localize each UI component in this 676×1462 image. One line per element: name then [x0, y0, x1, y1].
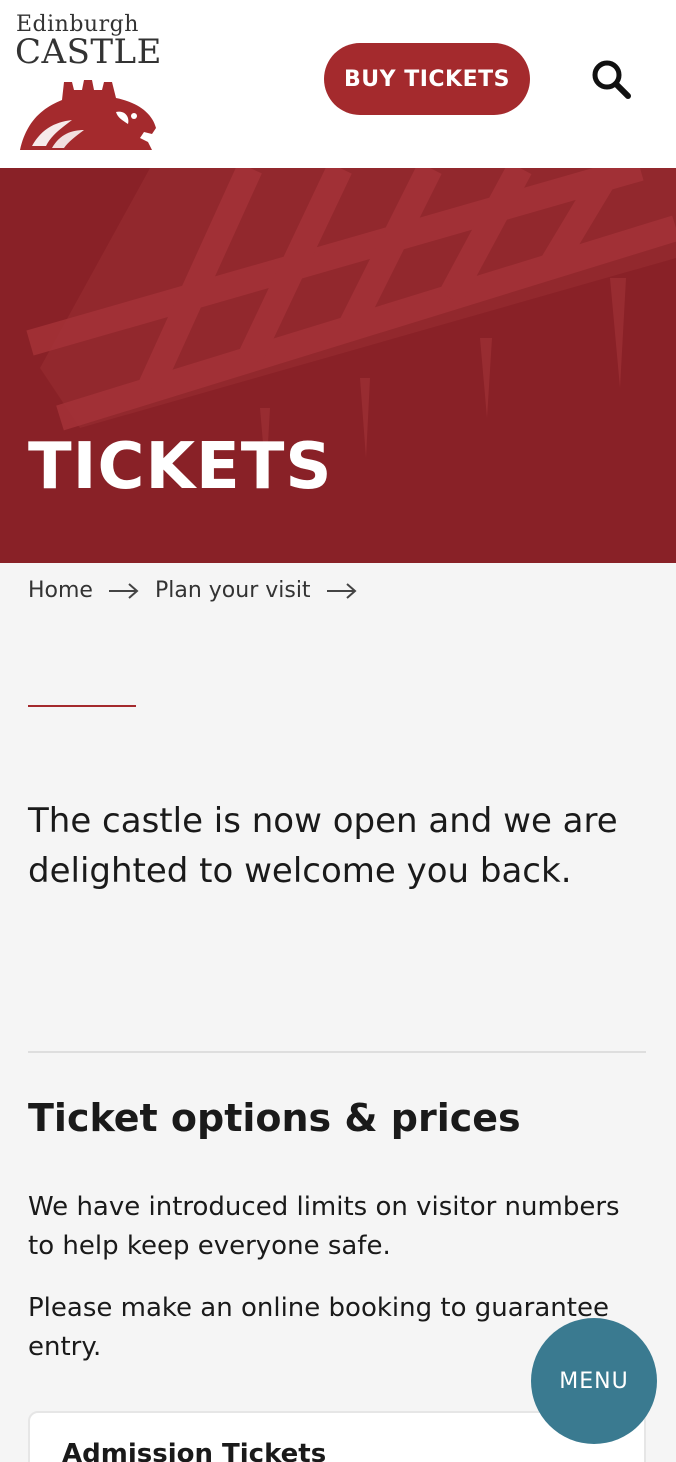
page-title: TICKETS — [28, 430, 333, 504]
breadcrumb: Home Plan your visit — [28, 578, 373, 603]
buy-tickets-button[interactable]: BUY TICKETS — [324, 43, 530, 115]
site-header: Edinburgh CASTLE BUY TICKETS — [0, 0, 676, 168]
hero-banner: TICKETS — [0, 168, 676, 563]
search-button[interactable] — [588, 56, 634, 102]
breadcrumb-plan-your-visit[interactable]: Plan your visit — [155, 578, 311, 603]
logo-text-bottom: CASTLE — [15, 32, 162, 72]
breadcrumb-home[interactable]: Home — [28, 578, 93, 603]
intro-text: The castle is now open and we are deligh… — [28, 801, 618, 891]
arrow-right-icon — [108, 582, 139, 599]
section-divider — [28, 1051, 646, 1053]
site-logo[interactable]: Edinburgh CASTLE — [12, 10, 162, 152]
lion-crest-icon — [20, 80, 156, 150]
accent-rule — [28, 705, 136, 707]
arrow-right-icon — [326, 582, 357, 599]
admission-tickets-title: Admission Tickets — [62, 1439, 327, 1462]
ticket-options-heading: Ticket options & prices — [28, 1096, 521, 1140]
menu-button[interactable]: MENU — [531, 1318, 657, 1444]
search-icon — [592, 60, 631, 99]
visitor-limits-text: We have introduced limits on visitor num… — [28, 1192, 620, 1261]
